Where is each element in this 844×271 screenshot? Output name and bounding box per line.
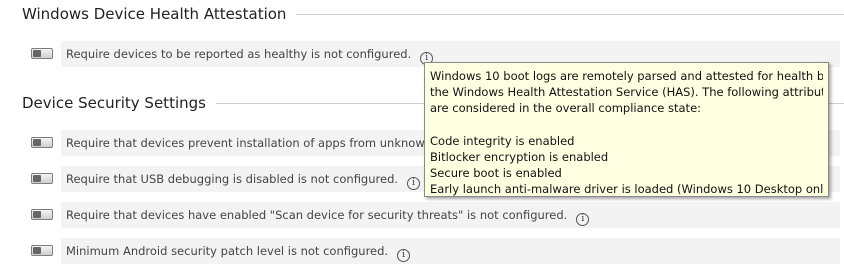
setting-row-scan-threats: Require that devices have enabled "Scan …: [28, 202, 840, 228]
setting-label-text: Require that devices have enabled "Scan …: [66, 208, 568, 222]
toggle-switch[interactable]: [31, 245, 53, 256]
tooltip-attribute: Bitlocker encryption is enabled: [430, 149, 609, 164]
setting-label-box: Minimum Android security patch level is …: [61, 238, 840, 264]
setting-label: Minimum Android security patch level is …: [66, 244, 411, 262]
tooltip-line: are considered in the overall compliance…: [430, 101, 702, 116]
info-icon[interactable]: i: [407, 177, 421, 190]
toggle-switch[interactable]: [31, 48, 53, 59]
setting-label: Require that devices have enabled "Scan …: [66, 208, 590, 226]
setting-label: Require that USB debugging is disabled i…: [66, 172, 421, 190]
section-title-device-security: Device Security Settings: [22, 94, 216, 112]
info-icon[interactable]: i: [397, 249, 411, 262]
setting-label-text: Minimum Android security patch level is …: [66, 244, 389, 258]
toggle-switch[interactable]: [31, 209, 53, 220]
setting-label: Require devices to be reported as health…: [66, 47, 434, 65]
tooltip-spacer: [430, 117, 823, 133]
health-attestation-tooltip: Windows 10 boot logs are remotely parsed…: [424, 62, 829, 197]
setting-label-text: Require that USB debugging is disabled i…: [66, 172, 399, 186]
toggle-switch[interactable]: [31, 137, 53, 148]
info-icon[interactable]: i: [576, 213, 590, 226]
toggle-switch[interactable]: [31, 173, 53, 184]
tooltip-attribute: Early launch anti-malware driver is load…: [430, 182, 823, 197]
tooltip-attribute: Secure boot is enabled: [430, 166, 562, 181]
setting-row-patch-level: Minimum Android security patch level is …: [28, 238, 840, 264]
tooltip-attribute: Code integrity is enabled: [430, 133, 575, 148]
setting-label-box: Require that devices have enabled "Scan …: [61, 202, 840, 228]
setting-label-text: Require devices to be reported as health…: [66, 47, 412, 61]
tooltip-line: Windows 10 boot logs are remotely parsed…: [430, 69, 823, 83]
tooltip-line: the Windows Health Attestation Service (…: [430, 85, 823, 100]
section-title-health-attestation: Windows Device Health Attestation: [22, 5, 297, 23]
section-divider: [274, 14, 844, 15]
